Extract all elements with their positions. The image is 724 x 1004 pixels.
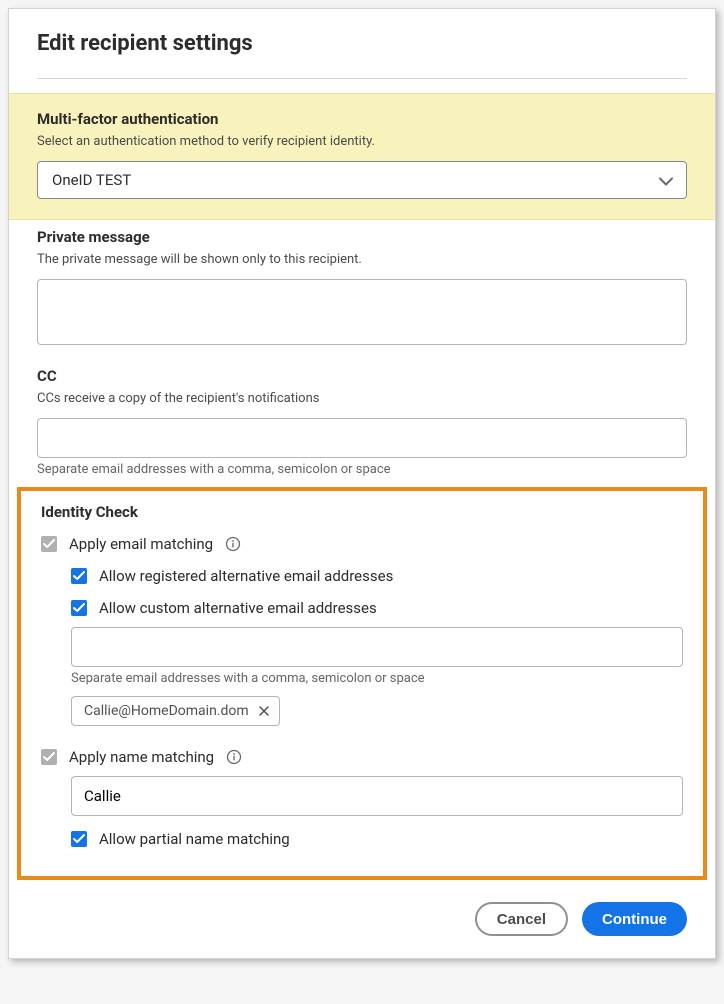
allow-registered-alt-label: Allow registered alternative email addre… <box>99 567 393 585</box>
continue-button[interactable]: Continue <box>582 902 687 936</box>
cancel-button[interactable]: Cancel <box>475 902 568 936</box>
apply-name-matching-label: Apply name matching <box>69 748 214 766</box>
allow-registered-alt-row: Allow registered alternative email addre… <box>71 567 683 585</box>
dialog-footer: Cancel Continue <box>9 880 715 958</box>
email-chip-label: Callie@HomeDomain.dom <box>84 703 249 719</box>
mfa-desc: Select an authentication method to verif… <box>37 134 687 149</box>
apply-name-matching-checkbox[interactable] <box>41 749 57 765</box>
info-icon[interactable] <box>226 749 242 765</box>
allow-partial-name-label: Allow partial name matching <box>99 830 290 848</box>
name-matching-input[interactable] <box>71 776 683 816</box>
info-icon[interactable] <box>225 536 241 552</box>
allow-custom-alt-checkbox[interactable] <box>71 600 87 616</box>
custom-alt-email-input[interactable] <box>71 627 683 667</box>
private-message-input[interactable] <box>37 279 687 345</box>
identity-check-section: Identity Check Apply email matching Allo… <box>17 487 707 880</box>
divider <box>37 78 687 79</box>
private-message-section: Private message The private message will… <box>9 220 715 363</box>
identity-check-title: Identity Check <box>41 503 683 521</box>
mfa-method-select[interactable]: OneID TEST <box>37 161 687 199</box>
edit-recipient-settings-dialog: Edit recipient settings Multi-factor aut… <box>8 8 716 959</box>
close-icon[interactable] <box>259 706 269 716</box>
dialog-header: Edit recipient settings <box>9 9 715 66</box>
cc-desc: CCs receive a copy of the recipient's no… <box>37 391 687 406</box>
mfa-selected-value: OneID TEST <box>52 171 131 189</box>
mfa-section: Multi-factor authentication Select an au… <box>9 93 715 220</box>
apply-email-matching-checkbox[interactable] <box>41 536 57 552</box>
apply-name-matching-row: Apply name matching <box>41 748 683 766</box>
cc-title: CC <box>37 367 687 385</box>
name-matching-input-wrap <box>71 776 683 816</box>
cc-input[interactable] <box>37 418 687 458</box>
allow-partial-name-checkbox[interactable] <box>71 831 87 847</box>
private-message-title: Private message <box>37 228 687 246</box>
custom-email-chip-row: Callie@HomeDomain.dom <box>71 696 683 726</box>
apply-email-matching-label: Apply email matching <box>69 535 213 553</box>
allow-custom-alt-label: Allow custom alternative email addresses <box>99 599 377 617</box>
dialog-title: Edit recipient settings <box>37 31 687 56</box>
cc-section: CC CCs receive a copy of the recipient's… <box>9 363 715 485</box>
custom-email-area: Separate email addresses with a comma, s… <box>71 627 683 726</box>
private-message-desc: The private message will be shown only t… <box>37 252 687 267</box>
mfa-select-wrap: OneID TEST <box>37 161 687 199</box>
custom-alt-helper: Separate email addresses with a comma, s… <box>71 671 683 686</box>
allow-custom-alt-row: Allow custom alternative email addresses <box>71 599 683 617</box>
mfa-title: Multi-factor authentication <box>37 110 687 128</box>
allow-registered-alt-checkbox[interactable] <box>71 568 87 584</box>
apply-email-matching-row: Apply email matching <box>41 535 683 553</box>
allow-partial-name-row: Allow partial name matching <box>71 830 683 848</box>
cc-helper: Separate email addresses with a comma, s… <box>37 462 687 477</box>
email-chip: Callie@HomeDomain.dom <box>71 696 280 726</box>
